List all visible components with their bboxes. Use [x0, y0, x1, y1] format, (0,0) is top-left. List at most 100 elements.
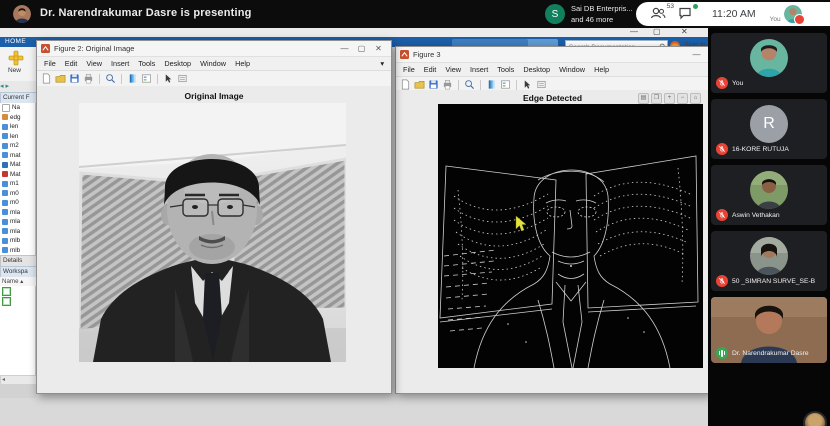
self-avatar[interactable] [783, 5, 805, 25]
zoom-in-icon[interactable] [464, 79, 475, 90]
figure2-titlebar[interactable]: Figure 2: Original Image — ▢ ✕ [37, 41, 391, 57]
menu-edit[interactable]: Edit [65, 59, 78, 68]
edit-plot-cursor-icon[interactable] [522, 79, 533, 90]
menu-edit[interactable]: Edit [424, 65, 437, 74]
edit-plot-cursor-icon[interactable] [163, 73, 174, 84]
menu-help[interactable]: Help [235, 59, 250, 68]
workspace-variable-row[interactable] [0, 286, 35, 296]
mic-off-icon [716, 275, 728, 287]
file-row[interactable]: m1 [0, 179, 35, 189]
file-row[interactable]: m0 [0, 189, 35, 199]
menu-tools[interactable]: Tools [497, 65, 514, 74]
meet-topbar: Dr. Narendrakumar Dasre is presenting S … [0, 0, 830, 28]
file-row[interactable]: Mat [0, 170, 35, 180]
menu-file[interactable]: File [403, 65, 415, 74]
data-cursor-icon[interactable] [536, 79, 547, 90]
new-figure-icon[interactable] [400, 79, 411, 90]
file-list-header: Na [0, 103, 35, 113]
original-image-plot [79, 103, 346, 362]
insert-legend-icon[interactable] [500, 79, 511, 90]
menu-help[interactable]: Help [594, 65, 609, 74]
file-row[interactable]: m2 [0, 141, 35, 151]
menu-desktop[interactable]: Desktop [523, 65, 550, 74]
mic-off-icon [716, 209, 728, 221]
axes-save-icon[interactable]: ▤ [638, 93, 649, 104]
print-figure-icon[interactable] [442, 79, 453, 90]
new-button-label[interactable]: New [8, 67, 21, 74]
avatar [750, 39, 788, 77]
file-row[interactable]: mla [0, 227, 35, 237]
file-row[interactable]: mla [0, 208, 35, 218]
insert-colorbar-icon[interactable] [486, 79, 497, 90]
speaking-indicator-icon [716, 347, 728, 359]
zoom-in-icon[interactable] [105, 73, 116, 84]
menu-tools[interactable]: Tools [138, 59, 155, 68]
axes-home-icon[interactable]: ⌂ [690, 93, 701, 104]
minimize-button[interactable]: — [336, 42, 353, 56]
participant-tile-presenter-video[interactable]: Dr. Narendrakumar Dasre [711, 297, 827, 363]
menu-insert[interactable]: Insert [111, 59, 129, 68]
workspace-variable-row[interactable] [0, 296, 35, 306]
menu-overflow-icon[interactable]: ▾ [380, 59, 384, 68]
axes-zoom-in-icon[interactable]: + [664, 93, 675, 104]
file-row[interactable]: len [0, 132, 35, 142]
open-file-icon[interactable] [414, 79, 425, 90]
open-file-icon[interactable] [55, 73, 66, 84]
maximize-button[interactable]: ▢ [353, 42, 370, 56]
participant-name: You [732, 79, 744, 87]
print-figure-icon[interactable] [83, 73, 94, 84]
matlab-ribbon-left: New [0, 47, 37, 81]
participant-tile[interactable]: 50 _SIMRAN SURVE_SE-B [711, 231, 827, 291]
menu-window[interactable]: Window [559, 65, 585, 74]
participants-icon[interactable]: 53 [650, 3, 674, 22]
chat-icon[interactable] [678, 4, 698, 22]
file-row[interactable]: mlb [0, 236, 35, 246]
file-row[interactable]: mat [0, 151, 35, 161]
matlab-close-button[interactable]: ✕ [681, 28, 688, 36]
matlab-maximize-button[interactable]: ▢ [653, 28, 661, 36]
org-badge[interactable]: S [545, 4, 565, 24]
current-folder-file-list[interactable]: Na edg len len m2 mat Mat Mat m1 m0 m0 m… [0, 103, 36, 255]
menu-insert[interactable]: Insert [470, 65, 488, 74]
figure2-toolbar [37, 71, 391, 87]
data-cursor-icon[interactable] [177, 73, 188, 84]
file-row[interactable]: mla [0, 217, 35, 227]
matlab-statusbar [0, 384, 36, 398]
file-row[interactable]: len [0, 122, 35, 132]
org-line1: Sai DB Enterpris... [571, 4, 633, 13]
menu-view[interactable]: View [86, 59, 102, 68]
menu-desktop[interactable]: Desktop [164, 59, 191, 68]
save-figure-icon[interactable] [69, 73, 80, 84]
save-figure-icon[interactable] [428, 79, 439, 90]
more-participants-avatar[interactable] [803, 411, 827, 426]
insert-legend-icon[interactable] [141, 73, 152, 84]
new-script-icon[interactable] [8, 50, 24, 66]
insert-colorbar-icon[interactable] [127, 73, 138, 84]
file-row[interactable]: m0 [0, 198, 35, 208]
minimize-button[interactable]: — [688, 48, 705, 62]
avatar [750, 237, 788, 275]
participant-name: Aswin Vethakan [732, 211, 780, 219]
menu-file[interactable]: File [44, 59, 56, 68]
menu-window[interactable]: Window [200, 59, 226, 68]
workspace-variable-list[interactable] [0, 286, 36, 375]
axes-zoom-out-icon[interactable]: − [677, 93, 688, 104]
axes-copy-icon[interactable]: ❐ [651, 93, 662, 104]
participant-tile[interactable]: R 16-KORE RUTUJA [711, 99, 827, 159]
figure-app-icon [41, 44, 50, 53]
file-row[interactable]: Mat [0, 160, 35, 170]
participant-name: 16-KORE RUTUJA [732, 145, 789, 153]
participants-sidebar: You R 16-KORE RUTUJA Aswin Vethakan 50 _… [708, 28, 830, 426]
participant-tile[interactable]: Aswin Vethakan [711, 165, 827, 225]
matlab-minimize-button[interactable]: — [630, 28, 638, 36]
file-row[interactable]: mlb [0, 246, 35, 256]
chat-notification-dot [693, 4, 698, 9]
figure2-title: Figure 2: Original Image [54, 44, 135, 53]
menu-view[interactable]: View [445, 65, 461, 74]
matlab-home-tab[interactable]: HOME [5, 38, 26, 45]
new-figure-icon[interactable] [41, 73, 52, 84]
figure3-titlebar[interactable]: Figure 3 — [396, 47, 708, 63]
participant-tile-you[interactable]: You [711, 33, 827, 93]
file-row[interactable]: edg [0, 113, 35, 123]
close-button[interactable]: ✕ [370, 42, 387, 56]
